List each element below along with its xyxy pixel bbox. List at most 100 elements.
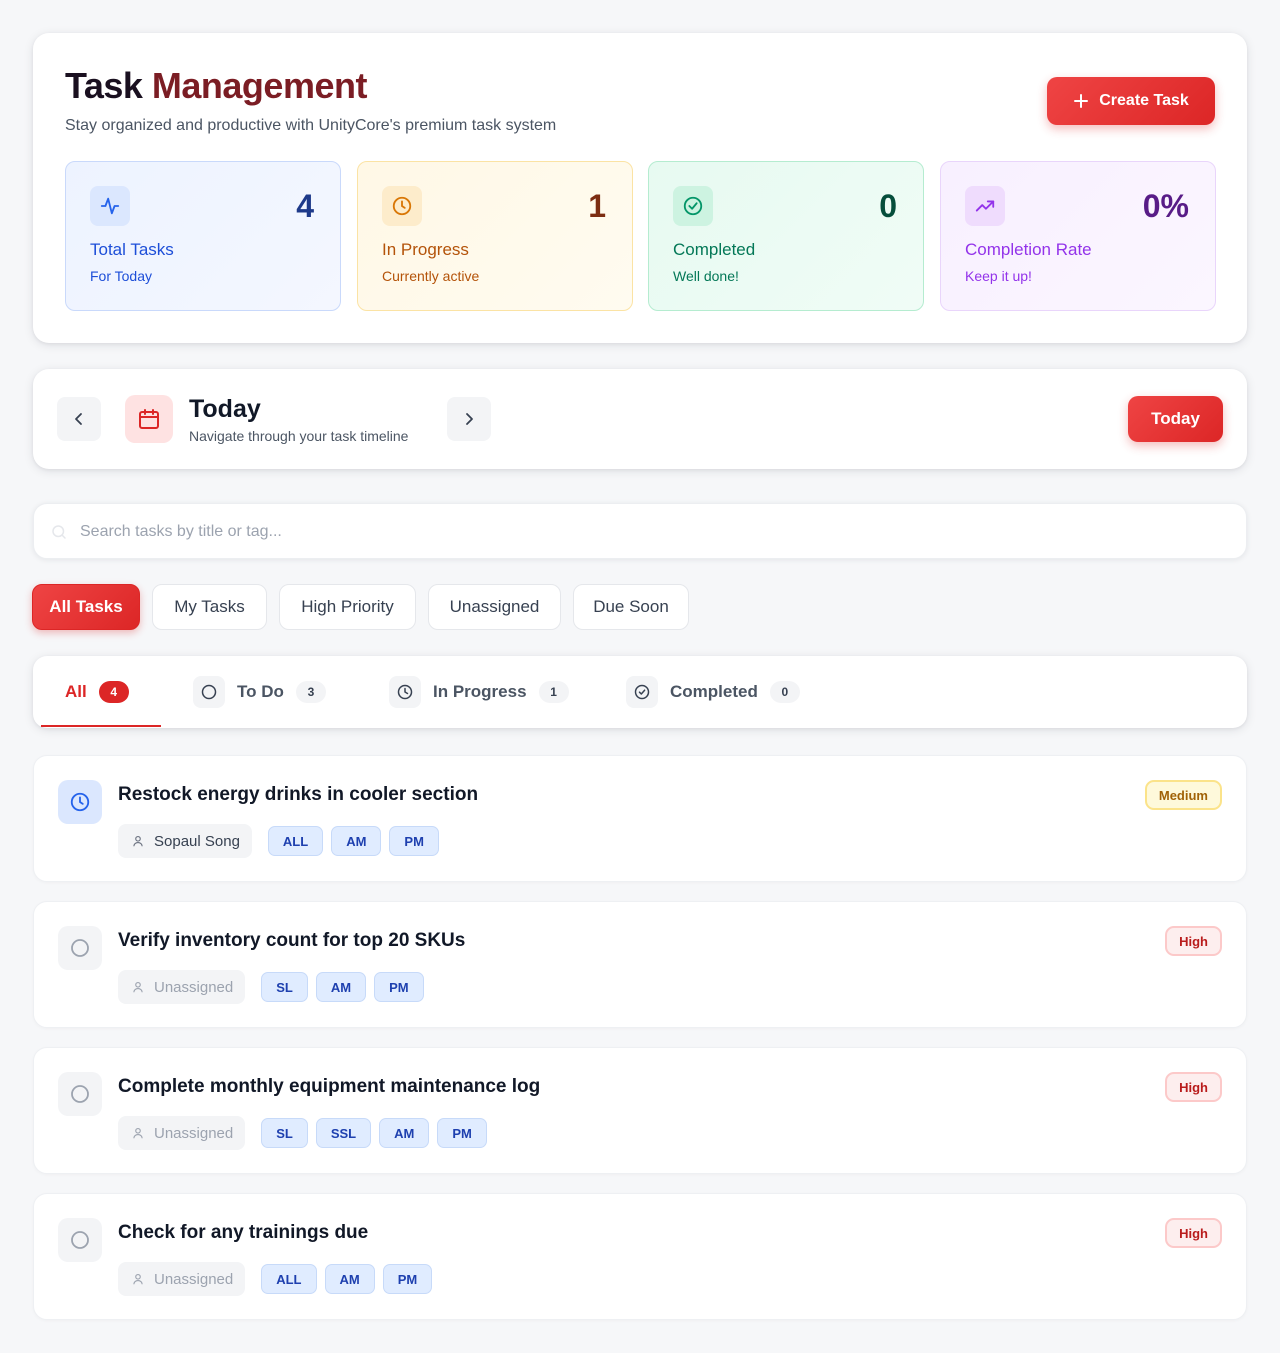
task-tag: SL — [261, 1118, 308, 1148]
todo-status-button[interactable] — [58, 1218, 102, 1262]
stat-card-completion-rate: 0% Completion Rate Keep it up! — [940, 161, 1216, 311]
assignee-chip[interactable]: Unassigned — [118, 1116, 246, 1150]
stat-card-total-tasks: 4 Total Tasks For Today — [65, 161, 341, 311]
stat-label: Total Tasks — [90, 240, 174, 259]
task-tag: AM — [331, 826, 382, 856]
task-tag: PM — [374, 972, 424, 1002]
active-tab-indicator — [41, 725, 161, 727]
calendar-icon — [125, 395, 173, 443]
stat-sublabel: Keep it up! — [965, 268, 1032, 284]
page-title-part1: Task — [65, 65, 143, 106]
tab-to-do[interactable]: To Do 3 — [193, 656, 326, 728]
clock-icon — [389, 676, 421, 708]
task-card[interactable]: Complete monthly equipment maintenance l… — [33, 1047, 1247, 1174]
task-tag: SL — [261, 972, 308, 1002]
task-title: Check for any trainings due — [118, 1222, 369, 1243]
filter-my-tasks[interactable]: My Tasks — [152, 584, 267, 630]
search-input[interactable] — [80, 514, 1220, 550]
user-icon — [133, 1273, 143, 1285]
tab-all[interactable]: All 4 — [65, 656, 129, 728]
task-title: Complete monthly equipment maintenance l… — [118, 1076, 541, 1097]
stat-value: 4 — [296, 188, 314, 224]
user-icon — [133, 835, 143, 847]
search-bar — [33, 503, 1247, 559]
circle-icon — [71, 1231, 89, 1249]
today-button[interactable]: Today — [1128, 396, 1223, 442]
page-title-part2: Management — [151, 65, 368, 106]
task-tag: ALL — [261, 1264, 317, 1294]
clock-icon — [70, 792, 90, 812]
next-day-button[interactable] — [447, 397, 491, 441]
task-meta: Unassigned SL SSL AM PM — [118, 1116, 487, 1150]
page-title: Task Management — [65, 65, 367, 107]
priority-badge: High — [1165, 1218, 1222, 1248]
tab-count: 3 — [295, 681, 326, 703]
task-card[interactable]: Verify inventory count for top 20 SKUs U… — [33, 901, 1247, 1028]
task-tag: PM — [389, 826, 439, 856]
tab-count: 0 — [769, 681, 800, 703]
stat-label: Completed — [673, 240, 756, 259]
stat-card-in-progress: 1 In Progress Currently active — [357, 161, 633, 311]
page-subtitle: Stay organized and productive with Unity… — [65, 117, 557, 134]
circle-icon — [193, 676, 225, 708]
circle-icon — [71, 939, 89, 957]
filter-due-soon[interactable]: Due Soon — [573, 584, 689, 630]
task-tag: ALL — [267, 826, 324, 856]
todo-status-button[interactable] — [58, 1072, 102, 1116]
previous-day-button[interactable] — [57, 397, 101, 441]
assignee-name: Sopaul Song — [154, 832, 240, 850]
clock-icon — [382, 186, 422, 226]
filter-high-priority[interactable]: High Priority — [279, 584, 416, 630]
user-icon — [133, 1127, 143, 1139]
stat-value: 1 — [588, 188, 606, 224]
assignee-chip[interactable]: Sopaul Song — [118, 824, 252, 858]
task-card[interactable]: Check for any trainings due Unassigned A… — [33, 1193, 1247, 1320]
filter-unassigned[interactable]: Unassigned — [428, 584, 561, 630]
date-subtitle: Navigate through your task timeline — [189, 428, 409, 444]
tab-label: Completed — [670, 682, 758, 701]
task-tag: AM — [324, 1264, 375, 1294]
priority-badge: High — [1165, 1072, 1222, 1102]
trending-up-icon — [965, 186, 1005, 226]
tab-completed[interactable]: Completed 0 — [626, 656, 800, 728]
assignee-chip[interactable]: Unassigned — [118, 970, 246, 1004]
search-icon — [52, 525, 66, 539]
assignee-name: Unassigned — [154, 1124, 234, 1142]
assignee-name: Unassigned — [154, 1270, 234, 1288]
todo-status-button[interactable] — [58, 926, 102, 970]
task-card[interactable]: Restock energy drinks in cooler section … — [33, 755, 1247, 882]
stat-sublabel: Well done! — [673, 268, 739, 284]
assignee-chip[interactable]: Unassigned — [118, 1262, 246, 1296]
stat-value: 0 — [879, 188, 897, 224]
header-card: Task Management Stay organized and produ… — [33, 33, 1247, 343]
activity-icon — [90, 186, 130, 226]
date-navigation-card: Today Navigate through your task timelin… — [33, 369, 1247, 469]
stat-label: Completion Rate — [965, 240, 1092, 259]
stat-card-completed: 0 Completed Well done! — [648, 161, 924, 311]
priority-badge: High — [1165, 926, 1222, 956]
tab-label: To Do — [237, 682, 284, 701]
filter-all-tasks[interactable]: All Tasks — [32, 584, 140, 630]
task-title: Restock energy drinks in cooler section — [118, 784, 479, 805]
task-tag: PM — [382, 1264, 433, 1294]
check-circle-icon — [626, 676, 658, 708]
stat-sublabel: Currently active — [382, 268, 480, 284]
create-task-button[interactable]: Create Task — [1047, 77, 1215, 125]
plus-icon — [1074, 94, 1089, 108]
chevron-right-icon — [466, 413, 473, 425]
tab-count: 4 — [98, 681, 129, 703]
task-tag: SSL — [315, 1118, 372, 1148]
task-tag: AM — [315, 972, 367, 1002]
user-icon — [133, 981, 143, 993]
stat-value: 0% — [1142, 188, 1189, 224]
task-meta: Unassigned ALL AM PM — [118, 1262, 433, 1296]
assignee-name: Unassigned — [154, 978, 234, 996]
create-task-label: Create Task — [1099, 92, 1189, 109]
tab-in-progress[interactable]: In Progress 1 — [389, 656, 569, 728]
task-meta: Sopaul Song ALL AM PM — [118, 824, 439, 858]
stat-label: In Progress — [382, 240, 469, 259]
priority-badge: Medium — [1144, 780, 1222, 810]
in-progress-status-button[interactable] — [58, 780, 102, 824]
task-title: Verify inventory count for top 20 SKUs — [118, 930, 466, 951]
status-tabs: All 4 To Do 3 In Progress 1 Completed 0 — [33, 656, 1247, 728]
